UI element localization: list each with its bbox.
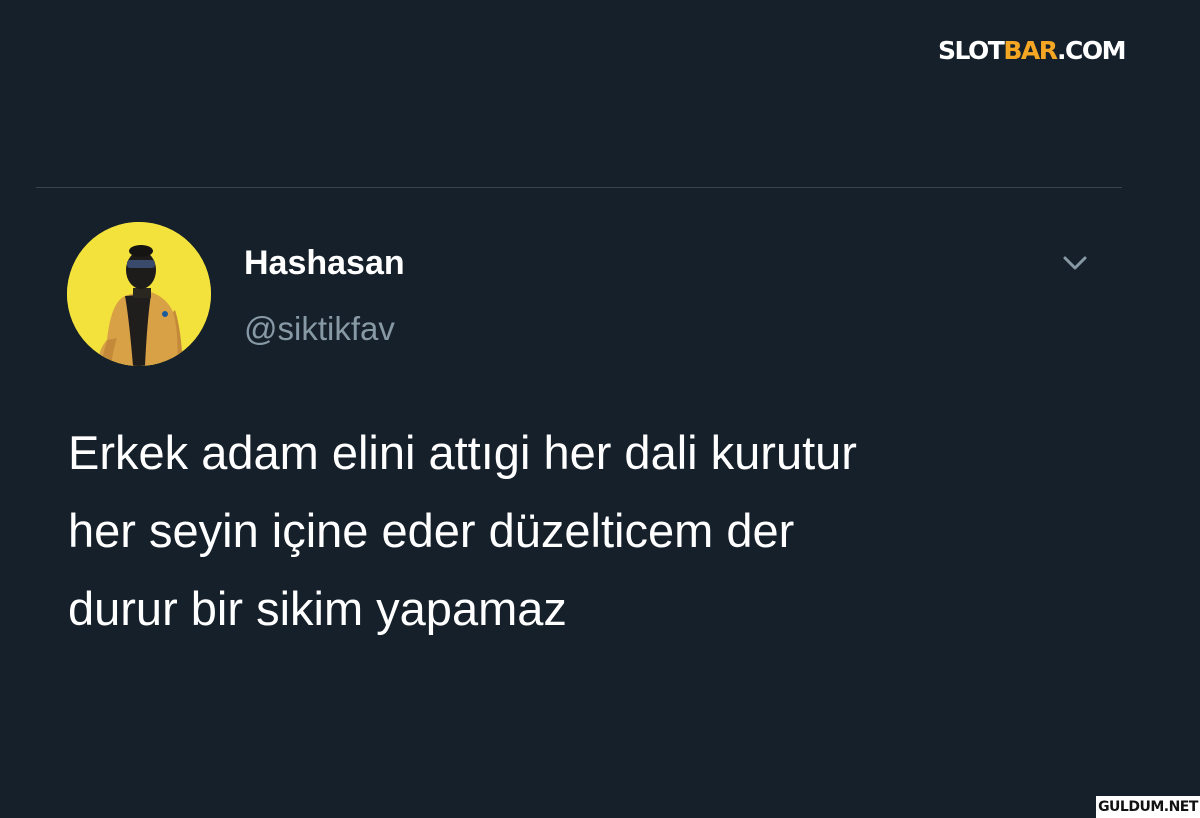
tweet-text-line: durur bir sikim yapamaz [68, 582, 567, 635]
tweet-text: Erkek adam elini attıgi her dali kurutur… [68, 414, 1148, 648]
avatar-person-icon [67, 222, 211, 366]
watermark-slot-text: SLOT [938, 36, 1005, 65]
divider [36, 187, 1122, 188]
user-handle[interactable]: @siktikfav [244, 309, 395, 349]
watermark-com-text: .COM [1056, 36, 1126, 65]
tweet-text-line: her seyin içine eder düzelticem der [68, 504, 795, 557]
watermark-bar-text: BAR [1003, 36, 1058, 65]
display-name[interactable]: Hashasan [244, 243, 405, 283]
guldum-watermark: GULDUM.NET [1096, 796, 1200, 818]
tweet-menu-button[interactable] [1058, 248, 1092, 278]
tweet-text-line: Erkek adam elini attıgi her dali kurutur [68, 426, 857, 479]
chevron-down-icon [1063, 256, 1087, 270]
slotbar-watermark: SLOTBAR.COM [938, 36, 1126, 66]
avatar[interactable] [67, 222, 211, 366]
